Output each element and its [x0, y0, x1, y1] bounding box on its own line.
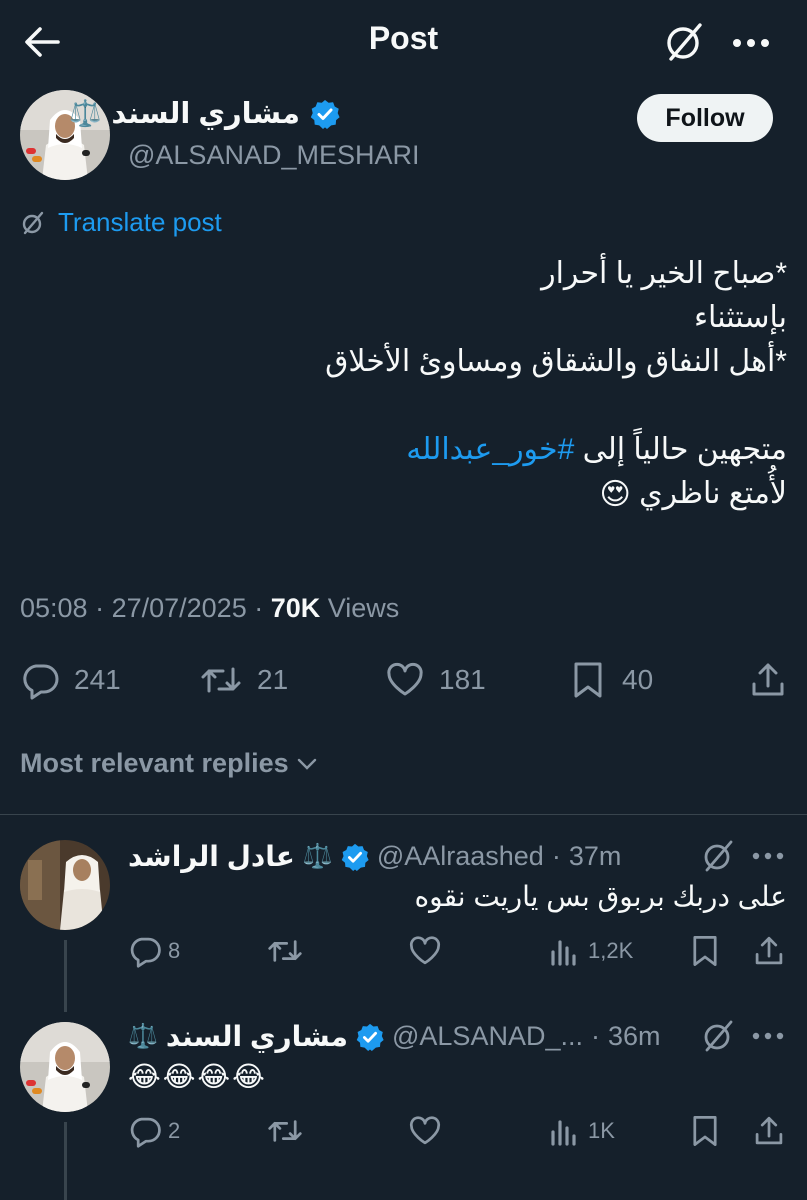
- scales-emoji: ⚖️: [69, 98, 102, 128]
- reply-time[interactable]: 36m: [608, 1021, 661, 1052]
- share-button[interactable]: [752, 934, 786, 968]
- reply-count: 241: [74, 664, 121, 695]
- heart-icon: [408, 934, 442, 968]
- reply-header: ⚖️ مشاري السند @ALSANAD_... · 36m: [128, 1020, 661, 1053]
- like-count: 181: [439, 664, 486, 695]
- heart-icon: [408, 1114, 442, 1148]
- verified-badge-icon: [310, 99, 340, 129]
- analytics-icon: [548, 1114, 582, 1148]
- thread-line: [64, 940, 67, 1012]
- divider: [0, 814, 807, 815]
- post-time[interactable]: 05:08: [20, 593, 88, 623]
- post-date[interactable]: 27/07/2025: [112, 593, 247, 623]
- hashtag-link[interactable]: #خور_عبدالله: [406, 433, 574, 466]
- share-icon: [752, 934, 786, 968]
- chevron-down-icon: [295, 752, 319, 776]
- reply-header: عادل الراشد ⚖️ @AAlraashed · 37m: [128, 840, 622, 873]
- views-count: 1K: [588, 1118, 615, 1143]
- heart-eyes-emoji: 😍: [599, 478, 631, 512]
- post-text: *صباح الخير يا أحرار بإستثناء *أهل النفا…: [47, 252, 787, 517]
- repost-button[interactable]: 21: [199, 660, 288, 700]
- reply-icon: [128, 1114, 162, 1148]
- grok-icon: [20, 210, 46, 236]
- share-button[interactable]: [748, 660, 788, 700]
- reply-avatar[interactable]: [20, 1022, 110, 1112]
- views-count: 1,2K: [588, 938, 634, 963]
- verified-badge-icon: [341, 843, 369, 871]
- translate-post-link[interactable]: Translate post: [20, 207, 222, 238]
- like-button[interactable]: 181: [385, 660, 486, 700]
- author-name-row: ⚖️ مشاري السند: [69, 96, 340, 131]
- reply-icon: [20, 660, 60, 700]
- repost-icon: [266, 1114, 302, 1148]
- bookmark-count: 40: [622, 664, 654, 695]
- views-button[interactable]: 1,2K: [548, 934, 633, 968]
- reply-avatar[interactable]: [20, 840, 110, 930]
- share-icon: [748, 660, 788, 700]
- bookmark-icon: [688, 1114, 722, 1148]
- bookmark-button[interactable]: [688, 934, 722, 968]
- repost-count: 21: [257, 664, 289, 695]
- repost-icon: [266, 934, 302, 968]
- analytics-icon: [548, 934, 582, 968]
- reply-time[interactable]: 37m: [569, 841, 622, 872]
- verified-badge-icon: [356, 1023, 384, 1051]
- sort-label: Most relevant replies: [20, 748, 289, 778]
- reply-handle[interactable]: @ALSANAD_...: [392, 1021, 583, 1052]
- replies-sort-dropdown[interactable]: Most relevant replies: [20, 748, 319, 779]
- author-handle[interactable]: @ALSANAD_MESHARI: [128, 140, 420, 171]
- like-button[interactable]: [408, 1114, 442, 1148]
- bookmark-icon: [568, 660, 608, 700]
- reply-text: 😂😂😂😂: [128, 1061, 267, 1092]
- thread-line: [64, 1122, 67, 1200]
- translate-label: Translate post: [58, 207, 222, 237]
- bookmark-button[interactable]: [688, 1114, 722, 1148]
- post-text-line: *صباح الخير يا أحرار: [541, 257, 787, 290]
- post-meta: 05:08 · 27/07/2025 · 70K Views: [20, 593, 400, 623]
- grok-icon[interactable]: [700, 838, 736, 874]
- repost-icon: [199, 660, 243, 700]
- views-count: 70K: [270, 593, 321, 623]
- grok-icon[interactable]: [662, 20, 706, 64]
- post-text-line: بإستثناء: [693, 301, 787, 334]
- repost-button[interactable]: [266, 1114, 302, 1148]
- more-options-icon[interactable]: [728, 26, 774, 60]
- repost-button[interactable]: [266, 934, 302, 968]
- reply-button[interactable]: 8: [128, 934, 180, 968]
- reply-button[interactable]: 241: [20, 660, 121, 700]
- heart-icon: [385, 660, 425, 700]
- more-options-icon[interactable]: [748, 1022, 788, 1050]
- reply-count: 2: [168, 1118, 181, 1143]
- share-button[interactable]: [752, 1114, 786, 1148]
- more-options-icon[interactable]: [748, 842, 788, 870]
- author-name[interactable]: مشاري السند: [111, 96, 300, 131]
- reply-button[interactable]: 2: [128, 1114, 180, 1148]
- reply-handle[interactable]: @AAlraashed: [377, 841, 544, 872]
- views-label: Views: [327, 593, 400, 623]
- follow-button[interactable]: Follow: [637, 94, 773, 142]
- reply-author-name[interactable]: مشاري السند: [166, 1020, 348, 1053]
- like-button[interactable]: [408, 934, 442, 968]
- bookmark-button[interactable]: 40: [568, 660, 653, 700]
- reply-text: على دربك بربوق بس ياريت نقوه: [414, 881, 787, 912]
- reply-icon: [128, 934, 162, 968]
- post-text-line: متجهين حالياً إلى: [574, 433, 787, 466]
- reply-author-name[interactable]: عادل الراشد: [128, 840, 295, 873]
- bookmark-icon: [688, 934, 722, 968]
- post-text-line: لأُمتع ناظري: [639, 477, 787, 510]
- scales-emoji: ⚖️: [128, 1023, 158, 1050]
- reply-count: 8: [168, 938, 181, 963]
- views-button[interactable]: 1K: [548, 1114, 615, 1148]
- grok-icon[interactable]: [700, 1018, 736, 1054]
- post-text-line: *أهل النفاق والشقاق ومساوئ الأخلاق: [325, 345, 787, 378]
- share-icon: [752, 1114, 786, 1148]
- scales-emoji: ⚖️: [302, 843, 333, 870]
